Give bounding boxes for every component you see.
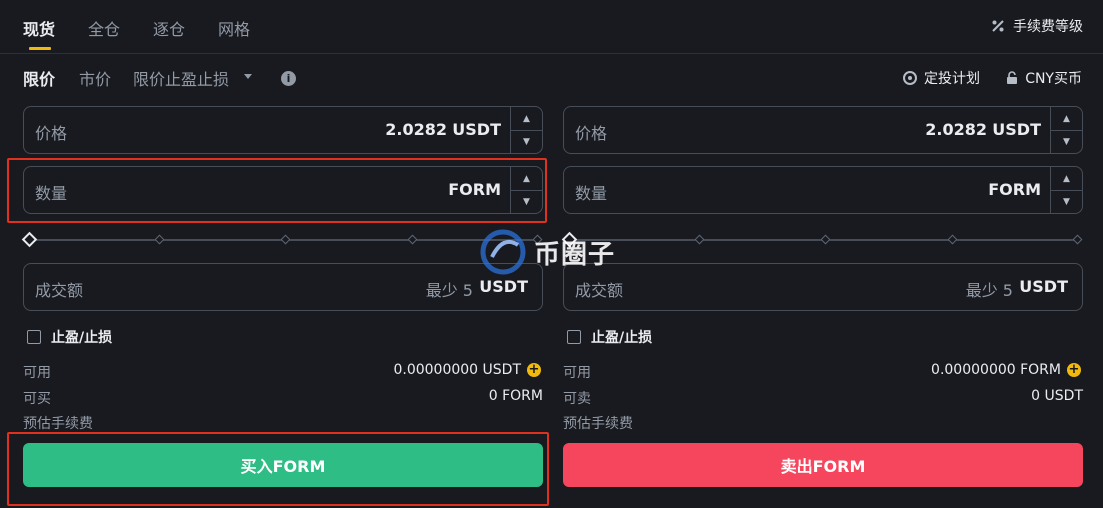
cny-buy-label: CNY买币 — [1025, 71, 1082, 87]
dca-plan-link[interactable]: 定投计划 — [902, 68, 980, 88]
buy-fee-row: 预估手续费 — [23, 413, 543, 432]
order-type-market[interactable]: 市价 — [79, 66, 111, 90]
caret-down-icon[interactable] — [243, 73, 253, 81]
buy-quantity-unit: FORM — [448, 180, 501, 199]
buy-quantity-stepper: ▲ ▼ — [510, 167, 542, 213]
stepper-up-icon[interactable]: ▲ — [1051, 107, 1082, 131]
order-type-limit[interactable]: 限价 — [23, 66, 55, 90]
sell-quantity-label: 数量 — [575, 184, 608, 203]
buy-total-min: 最少 5 — [425, 281, 473, 300]
sell-quantity-field[interactable]: 数量 FORM ▲ ▼ — [563, 166, 1083, 214]
slider-tick[interactable] — [154, 234, 165, 245]
sell-button[interactable]: 卖出FORM — [563, 443, 1083, 487]
slider-tick[interactable] — [820, 234, 831, 245]
recurring-icon — [903, 71, 917, 85]
order-type-stop-limit[interactable]: 限价止盈止损 — [133, 66, 229, 90]
buy-available-label: 可用 — [23, 365, 51, 381]
sell-price-stepper: ▲ ▼ — [1050, 107, 1082, 153]
sell-fee-row: 预估手续费 — [563, 413, 1083, 432]
cny-buy-link[interactable]: CNY买币 — [1005, 68, 1082, 88]
top-tabs: 现货 全仓 逐仓 网格 手续费等级 — [0, 0, 1103, 54]
buy-max-value: 0 FORM — [488, 388, 543, 404]
sell-tpsl-toggle[interactable]: 止盈/止损 — [567, 327, 652, 347]
tab-cross[interactable]: 全仓 — [88, 16, 120, 40]
lock-icon — [1007, 71, 1018, 84]
sell-price-label: 价格 — [575, 124, 608, 143]
stepper-down-icon[interactable]: ▼ — [511, 130, 542, 153]
buy-total-label: 成交额 — [35, 281, 84, 300]
sell-total-unit: USDT — [1019, 277, 1068, 296]
buy-max-label: 可买 — [23, 391, 51, 407]
buy-button[interactable]: 买入FORM — [23, 443, 543, 487]
sell-total-min: 最少 5 — [965, 281, 1013, 300]
percent-icon — [992, 20, 1004, 32]
stepper-down-icon[interactable]: ▼ — [1051, 190, 1082, 213]
buy-quantity-field[interactable]: 数量 FORM ▲ ▼ — [23, 166, 543, 214]
tab-isolated[interactable]: 逐仓 — [153, 16, 185, 40]
buy-price-stepper: ▲ ▼ — [510, 107, 542, 153]
sell-price-field[interactable]: 价格 2.0282 USDT ▲ ▼ — [563, 106, 1083, 154]
buy-price-label: 价格 — [35, 124, 68, 143]
tab-spot[interactable]: 现货 — [23, 16, 55, 40]
buy-tpsl-label: 止盈/止损 — [51, 330, 113, 346]
slider-thumb[interactable] — [21, 231, 38, 248]
watermark: 币圈子 — [478, 222, 628, 282]
stepper-up-icon[interactable]: ▲ — [511, 107, 542, 131]
slider-tick[interactable] — [694, 234, 705, 245]
sell-quantity-unit: FORM — [988, 180, 1041, 199]
tab-grid[interactable]: 网格 — [218, 16, 250, 40]
sell-quantity-stepper: ▲ ▼ — [1050, 167, 1082, 213]
slider-tick[interactable] — [407, 234, 418, 245]
sell-available-row: 可用 0.00000000 FORM + — [563, 362, 1081, 381]
buy-available-row: 可用 0.00000000 USDT + — [23, 362, 541, 381]
sell-available-label: 可用 — [563, 365, 591, 381]
sell-max-label: 可卖 — [563, 391, 591, 407]
buy-tpsl-toggle[interactable]: 止盈/止损 — [27, 327, 112, 347]
sell-available-value-wrap: 0.00000000 FORM + — [931, 362, 1081, 378]
watermark-text: 币圈子 — [534, 239, 616, 270]
buy-max-row: 可买 0 FORM — [23, 388, 543, 407]
active-tab-underline — [29, 47, 51, 50]
checkbox[interactable] — [567, 330, 581, 344]
buy-price-field[interactable]: 价格 2.0282 USDT ▲ ▼ — [23, 106, 543, 154]
info-icon[interactable]: i — [281, 71, 296, 86]
sell-price-value[interactable]: 2.0282 — [925, 120, 987, 139]
checkbox[interactable] — [27, 330, 41, 344]
sell-available-value: 0.00000000 FORM — [931, 362, 1061, 378]
stepper-down-icon[interactable]: ▼ — [1051, 130, 1082, 153]
buy-fee-label: 预估手续费 — [23, 416, 93, 432]
stepper-down-icon[interactable]: ▼ — [511, 190, 542, 213]
fee-level-link[interactable]: 手续费等级 — [991, 16, 1083, 36]
stepper-up-icon[interactable]: ▲ — [511, 167, 542, 191]
buy-price-value[interactable]: 2.0282 — [385, 120, 447, 139]
sell-price-unit: USDT — [992, 120, 1041, 139]
watermark-logo-icon — [480, 229, 526, 275]
sell-tpsl-label: 止盈/止损 — [591, 330, 653, 346]
buy-quantity-label: 数量 — [35, 184, 68, 203]
slider-tick[interactable] — [947, 234, 958, 245]
order-type-bar: 限价 市价 限价止盈止损 i 定投计划 CNY买币 — [0, 66, 1103, 90]
sell-total-field[interactable]: 成交额 最少 5 USDT — [563, 263, 1083, 311]
plus-icon[interactable]: + — [1067, 363, 1081, 377]
sell-amount-slider[interactable] — [561, 231, 1083, 248]
slider-tick[interactable] — [280, 234, 291, 245]
sell-max-value: 0 USDT — [1031, 388, 1083, 404]
plus-icon[interactable]: + — [527, 363, 541, 377]
sell-fee-label: 预估手续费 — [563, 416, 633, 432]
fee-level-label: 手续费等级 — [1013, 19, 1083, 35]
sell-max-row: 可卖 0 USDT — [563, 388, 1083, 407]
buy-total-field[interactable]: 成交额 最少 5 USDT — [23, 263, 543, 311]
stepper-up-icon[interactable]: ▲ — [1051, 167, 1082, 191]
dca-plan-label: 定投计划 — [924, 71, 980, 87]
buy-price-unit: USDT — [452, 120, 501, 139]
slider-tick[interactable] — [1072, 234, 1083, 245]
buy-available-value-wrap: 0.00000000 USDT + — [393, 362, 541, 378]
buy-available-value: 0.00000000 USDT — [393, 362, 521, 378]
buy-amount-slider[interactable] — [21, 231, 543, 248]
